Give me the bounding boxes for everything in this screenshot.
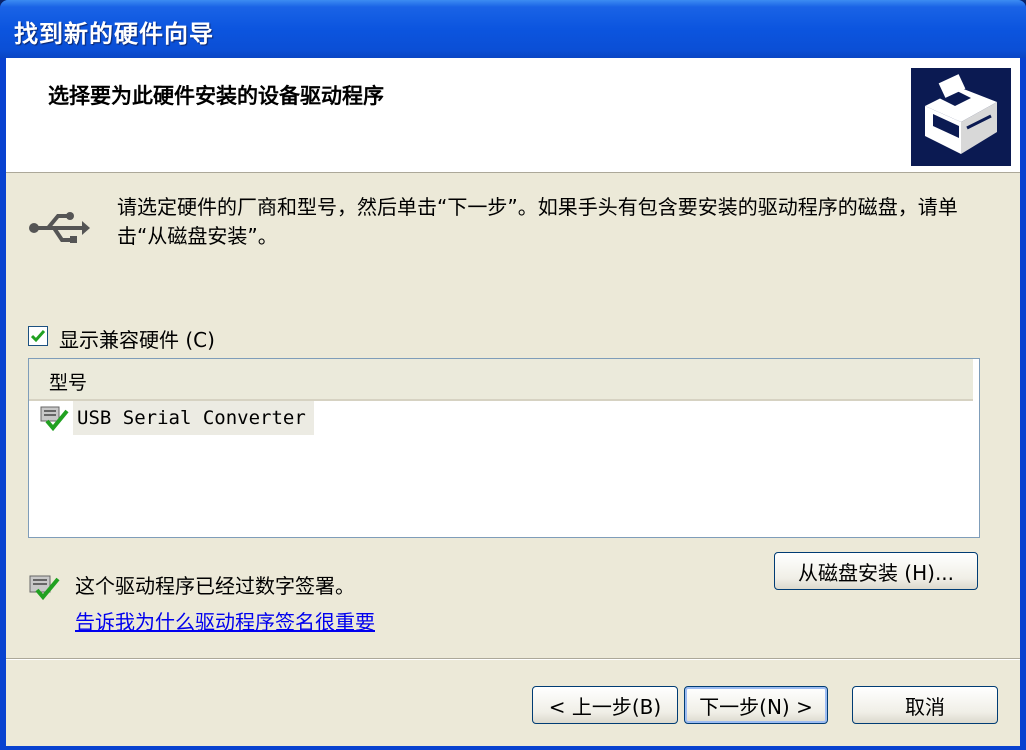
instruction-text: 请选定硬件的厂商和型号，然后单击“下一步”。如果手头有包含要安装的驱动程序的磁盘… bbox=[117, 195, 958, 248]
wizard-header: 选择要为此硬件安装的设备驱动程序 bbox=[6, 58, 1020, 173]
separator bbox=[6, 658, 1020, 660]
next-button[interactable]: 下一步(N) > bbox=[684, 686, 828, 724]
model-list[interactable]: 型号 USB Serial Converter bbox=[28, 358, 980, 538]
cancel-button[interactable]: 取消 bbox=[852, 686, 998, 724]
wizard-window: 找到新的硬件向导 选择要为此硬件安装的设备驱动程序 请选定硬件的厂商和型号，然后… bbox=[0, 0, 1026, 750]
back-button[interactable]: < 上一步(B) bbox=[532, 686, 678, 724]
signature-status-text: 这个驱动程序已经过数字签署。 bbox=[75, 574, 355, 598]
wizard-body: 选择要为此硬件安装的设备驱动程序 请选定硬件的厂商和型号，然后单击“下一步”。如… bbox=[6, 58, 1020, 746]
have-disk-button[interactable]: 从磁盘安装 (H)... bbox=[774, 552, 978, 590]
list-item-label: USB Serial Converter bbox=[73, 401, 314, 435]
title-bar[interactable]: 找到新的硬件向导 bbox=[0, 0, 1026, 58]
show-compatible-checkbox[interactable] bbox=[28, 326, 48, 346]
usb-icon bbox=[28, 208, 90, 248]
signed-driver-icon bbox=[28, 572, 62, 602]
signature-info-link[interactable]: 告诉我为什么驱动程序签名很重要 bbox=[75, 606, 375, 635]
window-title: 找到新的硬件向导 bbox=[14, 20, 214, 48]
page-heading: 选择要为此硬件安装的设备驱动程序 bbox=[48, 84, 384, 108]
signed-driver-icon bbox=[39, 405, 71, 433]
column-header-model[interactable]: 型号 bbox=[29, 359, 973, 401]
checkmark-icon bbox=[31, 330, 45, 343]
column-header-label: 型号 bbox=[49, 372, 88, 394]
hardware-drive-icon bbox=[911, 68, 1011, 166]
show-compatible-label[interactable]: 显示兼容硬件 (C) bbox=[59, 324, 215, 353]
